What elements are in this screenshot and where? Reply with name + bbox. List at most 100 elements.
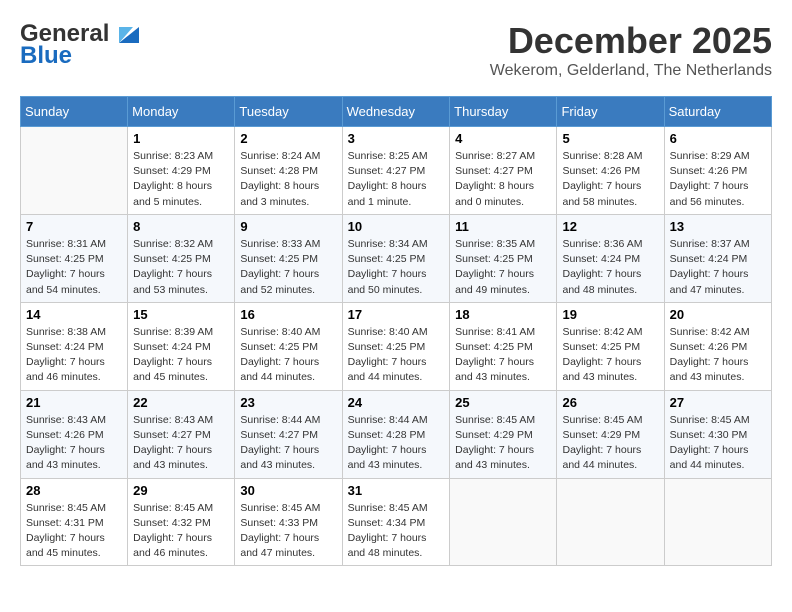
day-number: 12	[562, 219, 658, 234]
location-subtitle: Wekerom, Gelderland, The Netherlands	[490, 62, 772, 80]
day-number: 24	[348, 395, 445, 410]
col-header-thursday: Thursday	[450, 97, 557, 127]
calendar-cell: 12 Sunrise: 8:36 AMSunset: 4:24 PMDayligh…	[557, 214, 664, 302]
calendar-week-row: 14Sunrise: 8:38 AMSunset: 4:24 PMDayligh…	[21, 302, 772, 390]
col-header-saturday: Saturday	[664, 97, 771, 127]
day-number: 19	[562, 307, 658, 322]
day-info: Sunrise: 8:35 AMSunset: 4:25 PMDaylight:…	[455, 237, 551, 298]
calendar-cell: 28Sunrise: 8:45 AMSunset: 4:31 PMDayligh…	[21, 478, 128, 566]
day-number: 18	[455, 307, 551, 322]
day-number: 28	[26, 483, 122, 498]
day-number: 16	[240, 307, 336, 322]
calendar-cell	[664, 478, 771, 566]
day-info: Sunrise: 8:45 AMSunset: 4:30 PMDaylight:…	[670, 413, 766, 474]
calendar-cell	[557, 478, 664, 566]
calendar-week-row: 28Sunrise: 8:45 AMSunset: 4:31 PMDayligh…	[21, 478, 772, 566]
col-header-monday: Monday	[128, 97, 235, 127]
day-info: Sunrise: 8:32 AMSunset: 4:25 PMDaylight:…	[133, 237, 229, 298]
calendar-cell: 13 Sunrise: 8:37 AMSunset: 4:24 PMDayligh…	[664, 214, 771, 302]
day-number: 15	[133, 307, 229, 322]
day-info: Sunrise: 8:45 AMSunset: 4:34 PMDaylight:…	[348, 501, 445, 562]
calendar-cell: 20Sunrise: 8:42 AMSunset: 4:26 PMDayligh…	[664, 302, 771, 390]
calendar-cell: 19 Sunrise: 8:42 AMSunset: 4:25 PMDayligh…	[557, 302, 664, 390]
logo-icon	[111, 23, 141, 45]
title-block: December 2025 Wekerom, Gelderland, The N…	[490, 20, 772, 80]
month-title: December 2025	[490, 20, 772, 62]
calendar-cell: 8Sunrise: 8:32 AMSunset: 4:25 PMDaylight…	[128, 214, 235, 302]
day-info: Sunrise: 8:25 AMSunset: 4:27 PMDaylight:…	[348, 149, 445, 210]
day-info: Sunrise: 8:36 AMSunset: 4:24 PMDaylight:…	[562, 237, 658, 298]
page-header: General Blue December 2025 Wekerom, Geld…	[20, 20, 772, 80]
col-header-sunday: Sunday	[21, 97, 128, 127]
calendar-cell: 21 Sunrise: 8:43 AMSunset: 4:26 PMDayligh…	[21, 390, 128, 478]
calendar-cell: 30Sunrise: 8:45 AMSunset: 4:33 PMDayligh…	[235, 478, 342, 566]
calendar-cell: 18 Sunrise: 8:41 AMSunset: 4:25 PMDayligh…	[450, 302, 557, 390]
day-number: 22	[133, 395, 229, 410]
day-number: 6	[670, 131, 766, 146]
col-header-tuesday: Tuesday	[235, 97, 342, 127]
calendar-cell: 16 Sunrise: 8:40 AMSunset: 4:25 PMDayligh…	[235, 302, 342, 390]
day-info: Sunrise: 8:23 AMSunset: 4:29 PMDaylight:…	[133, 149, 229, 210]
calendar-cell: 26Sunrise: 8:45 AMSunset: 4:29 PMDayligh…	[557, 390, 664, 478]
day-info: Sunrise: 8:41 AMSunset: 4:25 PMDaylight:…	[455, 325, 551, 386]
day-info: Sunrise: 8:28 AMSunset: 4:26 PMDaylight:…	[562, 149, 658, 210]
day-info: Sunrise: 8:45 AMSunset: 4:29 PMDaylight:…	[455, 413, 551, 474]
day-number: 17	[348, 307, 445, 322]
calendar-cell: 23 Sunrise: 8:44 AMSunset: 4:27 PMDayligh…	[235, 390, 342, 478]
day-info: Sunrise: 8:27 AMSunset: 4:27 PMDaylight:…	[455, 149, 551, 210]
day-number: 27	[670, 395, 766, 410]
calendar-cell: 29Sunrise: 8:45 AMSunset: 4:32 PMDayligh…	[128, 478, 235, 566]
day-info: Sunrise: 8:29 AMSunset: 4:26 PMDaylight:…	[670, 149, 766, 210]
day-number: 3	[348, 131, 445, 146]
day-number: 31	[348, 483, 445, 498]
day-number: 25	[455, 395, 551, 410]
day-info: Sunrise: 8:42 AMSunset: 4:25 PMDaylight:…	[562, 325, 658, 386]
day-info: Sunrise: 8:34 AMSunset: 4:25 PMDaylight:…	[348, 237, 445, 298]
calendar-table: SundayMondayTuesdayWednesdayThursdayFrid…	[20, 96, 772, 566]
col-header-friday: Friday	[557, 97, 664, 127]
day-number: 10	[348, 219, 445, 234]
calendar-cell: 5 Sunrise: 8:28 AMSunset: 4:26 PMDaylight…	[557, 127, 664, 215]
day-info: Sunrise: 8:37 AMSunset: 4:24 PMDaylight:…	[670, 237, 766, 298]
day-number: 23	[240, 395, 336, 410]
day-number: 4	[455, 131, 551, 146]
col-header-wednesday: Wednesday	[342, 97, 450, 127]
logo-blue: Blue	[20, 42, 72, 70]
calendar-cell: 4 Sunrise: 8:27 AMSunset: 4:27 PMDaylight…	[450, 127, 557, 215]
day-info: Sunrise: 8:44 AMSunset: 4:27 PMDaylight:…	[240, 413, 336, 474]
day-number: 5	[562, 131, 658, 146]
day-info: Sunrise: 8:45 AMSunset: 4:32 PMDaylight:…	[133, 501, 229, 562]
calendar-cell	[450, 478, 557, 566]
calendar-cell: 3 Sunrise: 8:25 AMSunset: 4:27 PMDaylight…	[342, 127, 450, 215]
day-number: 2	[240, 131, 336, 146]
day-info: Sunrise: 8:44 AMSunset: 4:28 PMDaylight:…	[348, 413, 445, 474]
calendar-cell: 11Sunrise: 8:35 AMSunset: 4:25 PMDayligh…	[450, 214, 557, 302]
day-number: 7	[26, 219, 122, 234]
day-number: 30	[240, 483, 336, 498]
day-info: Sunrise: 8:39 AMSunset: 4:24 PMDaylight:…	[133, 325, 229, 386]
day-info: Sunrise: 8:31 AMSunset: 4:25 PMDaylight:…	[26, 237, 122, 298]
calendar-week-row: 7 Sunrise: 8:31 AMSunset: 4:25 PMDaylight…	[21, 214, 772, 302]
calendar-cell: 14Sunrise: 8:38 AMSunset: 4:24 PMDayligh…	[21, 302, 128, 390]
calendar-cell: 10 Sunrise: 8:34 AMSunset: 4:25 PMDayligh…	[342, 214, 450, 302]
day-info: Sunrise: 8:38 AMSunset: 4:24 PMDaylight:…	[26, 325, 122, 386]
day-info: Sunrise: 8:40 AMSunset: 4:25 PMDaylight:…	[240, 325, 336, 386]
calendar-cell: 27 Sunrise: 8:45 AMSunset: 4:30 PMDayligh…	[664, 390, 771, 478]
calendar-cell: 24 Sunrise: 8:44 AMSunset: 4:28 PMDayligh…	[342, 390, 450, 478]
day-number: 21	[26, 395, 122, 410]
day-info: Sunrise: 8:33 AMSunset: 4:25 PMDaylight:…	[240, 237, 336, 298]
calendar-cell: 2Sunrise: 8:24 AMSunset: 4:28 PMDaylight…	[235, 127, 342, 215]
logo: General Blue	[20, 20, 141, 70]
day-number: 9	[240, 219, 336, 234]
calendar-cell: 7 Sunrise: 8:31 AMSunset: 4:25 PMDaylight…	[21, 214, 128, 302]
calendar-week-row: 1Sunrise: 8:23 AMSunset: 4:29 PMDaylight…	[21, 127, 772, 215]
calendar-cell: 1Sunrise: 8:23 AMSunset: 4:29 PMDaylight…	[128, 127, 235, 215]
calendar-cell: 15 Sunrise: 8:39 AMSunset: 4:24 PMDayligh…	[128, 302, 235, 390]
calendar-cell: 9 Sunrise: 8:33 AMSunset: 4:25 PMDaylight…	[235, 214, 342, 302]
day-info: Sunrise: 8:42 AMSunset: 4:26 PMDaylight:…	[670, 325, 766, 386]
calendar-cell: 22Sunrise: 8:43 AMSunset: 4:27 PMDayligh…	[128, 390, 235, 478]
calendar-week-row: 21 Sunrise: 8:43 AMSunset: 4:26 PMDayligh…	[21, 390, 772, 478]
day-number: 13	[670, 219, 766, 234]
calendar-header-row: SundayMondayTuesdayWednesdayThursdayFrid…	[21, 97, 772, 127]
day-info: Sunrise: 8:43 AMSunset: 4:26 PMDaylight:…	[26, 413, 122, 474]
